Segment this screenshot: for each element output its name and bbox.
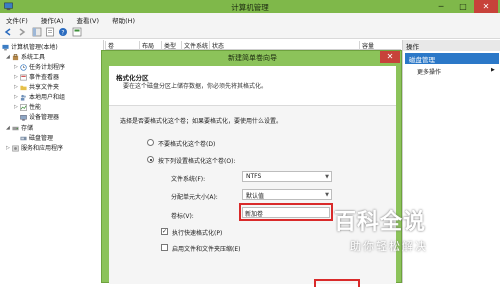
actions-disk-management[interactable]: 磁盘管理 <box>405 53 499 64</box>
filesystem-value: NTFS <box>246 173 262 180</box>
tree-item-event-viewer[interactable]: ▷ 事件查看器 <box>14 73 59 82</box>
forward-icon[interactable] <box>16 27 26 37</box>
tree-label: 服务和应用程序 <box>21 145 64 152</box>
properties-icon[interactable] <box>45 27 55 37</box>
volume-label-label: 卷标(V): <box>171 213 194 220</box>
users-icon <box>20 94 26 101</box>
menu-bar: 文件(F) 操作(A) 查看(V) 帮助(H) <box>0 13 500 25</box>
tree-item-device-manager[interactable]: 设备管理器 <box>20 113 59 122</box>
title-bar: 计算机管理 ─ □ ✕ <box>0 0 500 13</box>
toolbar: ? <box>0 25 500 39</box>
device-icon <box>20 115 27 121</box>
column-volume[interactable]: 卷 <box>105 41 139 50</box>
view-icon[interactable] <box>72 27 82 37</box>
column-layout[interactable]: 布局 <box>139 41 161 50</box>
tree-item-shared-folders[interactable]: ▷ 共享文件夹 <box>14 83 59 92</box>
radio-format[interactable] <box>147 156 154 163</box>
more-actions-link[interactable]: 更多操作 <box>417 67 441 76</box>
tree-item-local-users[interactable]: ▷ 本地用户和组 <box>14 93 65 102</box>
watermark-title: 百科全说 <box>334 210 427 235</box>
wizard-subheading: 要在这个磁盘分区上储存数据，你必须先将其格式化。 <box>123 83 268 90</box>
storage-icon <box>12 126 19 131</box>
tree-label: 共享文件夹 <box>29 84 60 91</box>
radio-no-format[interactable] <box>147 139 154 146</box>
actions-header: 操作 <box>403 40 500 51</box>
compression-checkbox[interactable] <box>161 244 168 251</box>
folder-icon <box>20 85 27 91</box>
compression-label[interactable]: 启用文件和文件夹压缩(E) <box>172 244 240 253</box>
tree-label: 设备管理器 <box>29 114 60 121</box>
menu-file[interactable]: 文件(F) <box>0 13 33 25</box>
tree-item-system-tools[interactable]: ◢ 系统工具 <box>6 53 45 62</box>
tree-label: 系统工具 <box>21 54 46 61</box>
column-status[interactable]: 状态 <box>209 41 359 50</box>
tree-label: 性能 <box>29 104 42 111</box>
event-viewer-icon <box>20 74 27 81</box>
close-button[interactable]: ✕ <box>474 0 498 13</box>
filesystem-select[interactable]: NTFS ▼ <box>242 171 332 182</box>
allocation-size-value: 默认值 <box>246 193 265 200</box>
watermark-subtitle: 助你轻松解决 <box>350 240 428 253</box>
more-actions-arrow-icon[interactable]: ▶ <box>491 67 495 73</box>
column-type[interactable]: 类型 <box>161 41 181 50</box>
allocation-size-label: 分配单元大小(A): <box>171 194 218 201</box>
tree-label: 磁盘管理 <box>29 135 54 142</box>
menu-action[interactable]: 操作(A) <box>35 13 69 25</box>
watermark: 百科全说 助你轻松解决 <box>328 194 500 264</box>
radio-no-format-label[interactable]: 不要格式化这个卷(D) <box>158 139 215 148</box>
tree-item-services-apps[interactable]: ▷ 服务和应用程序 <box>6 144 63 153</box>
menu-help[interactable]: 帮助(H) <box>106 13 140 25</box>
minimize-button[interactable]: ─ <box>432 0 450 13</box>
tree-item-disk-management[interactable]: 磁盘管理 <box>20 134 53 143</box>
console-tree-icon[interactable] <box>32 27 42 37</box>
column-capacity[interactable]: 容量 <box>359 41 401 50</box>
svg-text:?: ? <box>61 29 64 36</box>
tree-item-computer-management[interactable]: 计算机管理(本地) <box>2 43 58 52</box>
chevron-down-icon: ▼ <box>325 174 329 180</box>
maximize-button[interactable]: □ <box>454 0 472 13</box>
format-prompt: 选择是否要格式化这个卷；如果要格式化，要使用什么设置。 <box>120 118 283 125</box>
list-header: 卷 布局 类型 文件系统 状态 容量 <box>105 40 401 50</box>
next-button-highlight <box>314 279 360 287</box>
quick-format-label[interactable]: 执行快速格式化(P) <box>172 228 222 237</box>
services-icon <box>12 145 19 152</box>
tree-label: 存储 <box>21 125 34 132</box>
radio-format-label[interactable]: 按下列设置格式化这个卷(O): <box>158 156 235 165</box>
window-title: 计算机管理 <box>231 3 269 12</box>
menu-view[interactable]: 查看(V) <box>71 13 105 25</box>
tree-item-task-scheduler[interactable]: ▷ 任务计划程序 <box>14 63 65 72</box>
tools-icon <box>12 54 19 61</box>
computer-icon <box>2 44 9 51</box>
tree-item-storage[interactable]: ◢ 存储 <box>6 124 33 133</box>
console-tree: 计算机管理(本地) ◢ 系统工具 ▷ 任务计划程序 ▷ 事件查看器 ▷ 共享文件夹 ▷ 本… <box>0 40 104 283</box>
tree-item-performance[interactable]: ▷ 性能 <box>14 103 41 112</box>
allocation-size-select[interactable]: 默认值 ▼ <box>242 189 332 200</box>
tree-label: 事件查看器 <box>29 74 60 81</box>
disk-icon <box>20 136 27 141</box>
back-icon[interactable] <box>4 27 14 37</box>
clock-icon <box>20 64 27 71</box>
highlight-box <box>239 203 333 221</box>
quick-format-checkbox[interactable]: ✓ <box>161 228 168 235</box>
column-filesystem[interactable]: 文件系统 <box>181 41 209 50</box>
filesystem-label: 文件系统(F): <box>171 176 206 183</box>
tree-label: 本地用户和组 <box>29 94 66 101</box>
tree-label: 任务计划程序 <box>29 64 66 71</box>
tree-label: 计算机管理(本地) <box>11 44 58 51</box>
wizard-close-button[interactable]: ✕ <box>380 51 400 63</box>
performance-icon <box>20 104 27 111</box>
wizard-title: 新建简单卷向导 <box>228 54 277 62</box>
help-icon[interactable]: ? <box>58 27 68 37</box>
wizard-header: 格式化分区 要在这个磁盘分区上储存数据，你必须先将其格式化。 <box>109 66 396 106</box>
